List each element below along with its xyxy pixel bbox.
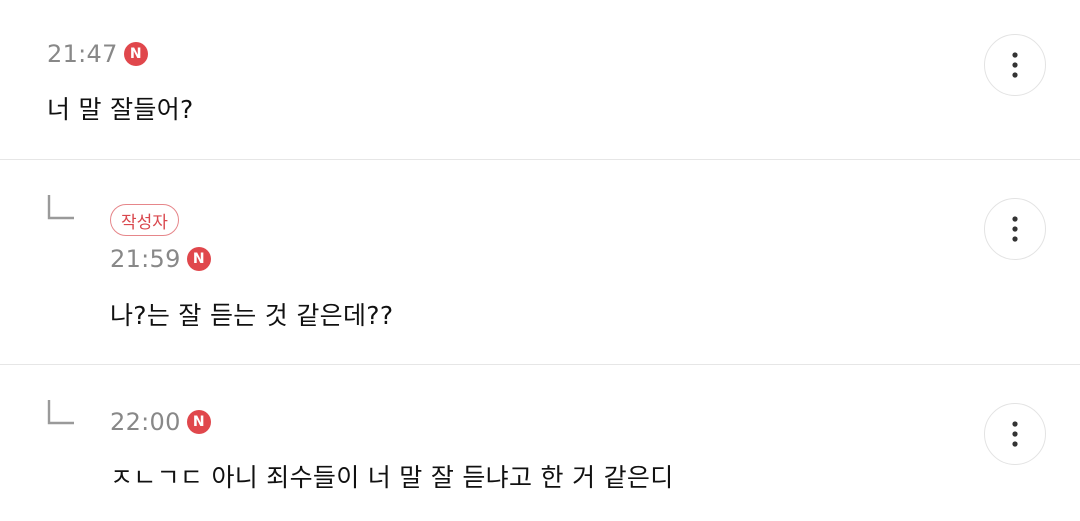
comment-item: 21:47 N 너 말 잘들어? (0, 0, 1080, 159)
comment-meta: 22:00 N (110, 408, 211, 436)
more-options-button[interactable] (984, 34, 1046, 96)
comment-text: 너 말 잘들어? (47, 95, 194, 124)
comment-timestamp: 21:59 (110, 245, 181, 273)
reply-arrow-icon (47, 195, 74, 220)
comment-timestamp: 22:00 (110, 408, 181, 436)
reply-comment-item: 작성자 21:59 N 나?는 잘 듣는 것 같은데?? (0, 160, 1080, 364)
comment-timestamp: 21:47 (47, 40, 118, 68)
new-badge: N (186, 410, 211, 434)
reply-arrow-icon (47, 400, 74, 425)
comment-meta: 21:59 N (110, 245, 211, 273)
new-badge: N (123, 42, 148, 66)
more-vertical-icon (1012, 216, 1018, 242)
more-vertical-icon (1012, 421, 1018, 447)
comment-list: 21:47 N 너 말 잘들어? 작성자 21:59 N 나?는 잘 듣는 것 … (0, 0, 1080, 521)
more-options-button[interactable] (984, 403, 1046, 465)
comment-meta: 21:47 N (47, 40, 148, 68)
more-options-button[interactable] (984, 198, 1046, 260)
more-vertical-icon (1012, 52, 1018, 78)
comment-text: ㅈㄴㄱㄷ 아니 죄수들이 너 말 잘 듣냐고 한 거 같은디 (110, 463, 674, 492)
author-badge: 작성자 (110, 204, 179, 236)
reply-comment-item: 22:00 N ㅈㄴㄱㄷ 아니 죄수들이 너 말 잘 듣냐고 한 거 같은디 (0, 365, 1080, 521)
comment-text: 나?는 잘 듣는 것 같은데?? (110, 301, 394, 330)
new-badge: N (186, 247, 211, 271)
